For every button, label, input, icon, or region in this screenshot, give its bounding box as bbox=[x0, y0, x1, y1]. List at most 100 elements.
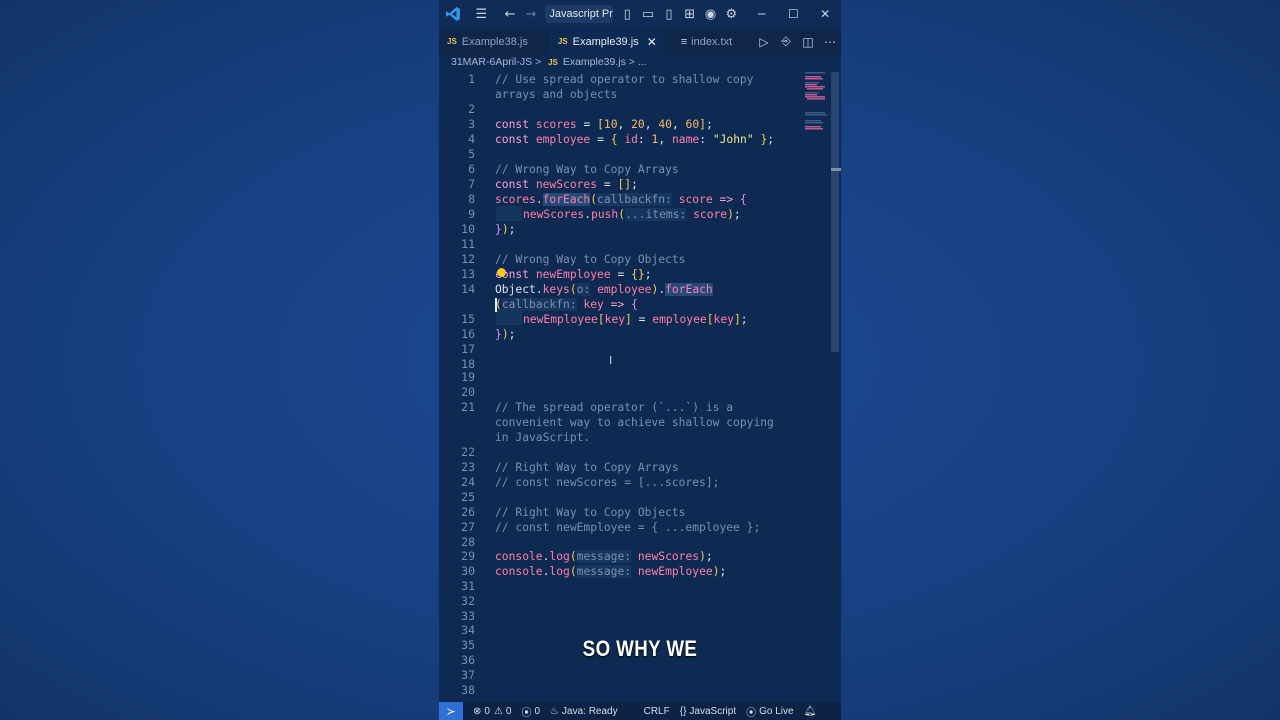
breadcrumb-file[interactable]: Example39.js bbox=[563, 56, 626, 68]
tab-label: Example39.js bbox=[572, 35, 639, 48]
line-number: 27 bbox=[461, 520, 475, 534]
code-line-14-wrap: (callbackfn: key => { bbox=[495, 298, 638, 311]
language-mode[interactable]: {} JavaScript bbox=[680, 706, 736, 717]
line-number: 1 bbox=[468, 72, 475, 86]
code-line-26: // Right Way to Copy Objects bbox=[495, 506, 686, 519]
forward-arrow-icon[interactable]: → bbox=[521, 0, 542, 28]
java-status[interactable]: ♨ Java: Ready bbox=[550, 706, 618, 717]
close-tab-icon[interactable]: ✕ bbox=[647, 35, 657, 49]
parameter-hint: message: bbox=[576, 550, 632, 563]
code-line-16: }); bbox=[495, 328, 516, 341]
js-file-icon: JS bbox=[447, 37, 457, 46]
editor-actions: ▷ ⎆ ◫ ⋯ bbox=[753, 28, 841, 55]
tab-example39[interactable]: JS Example39.js ✕ bbox=[549, 28, 665, 55]
line-number: 32 bbox=[461, 594, 475, 608]
code-line-14: Object.keys(o: employee).forEach bbox=[495, 283, 713, 296]
js-file-icon: JS bbox=[557, 37, 568, 46]
minimap[interactable] bbox=[805, 72, 829, 132]
vscode-logo-icon bbox=[445, 7, 460, 21]
open-changes-icon[interactable]: ⎆ bbox=[775, 34, 797, 49]
indent-guide bbox=[496, 206, 522, 221]
line-number: 23 bbox=[461, 460, 475, 474]
line-number: 20 bbox=[461, 385, 475, 399]
line-number: 2 bbox=[468, 102, 475, 116]
parameter-hint: ...items: bbox=[625, 208, 687, 221]
line-number: 9 bbox=[468, 207, 475, 221]
parameter-hint: o: bbox=[576, 283, 591, 296]
code-line-3: const scores = [10, 20, 40, 60]; bbox=[495, 118, 713, 131]
code-line-29: console.log(message: newScores); bbox=[495, 550, 713, 563]
run-icon[interactable]: ▷ bbox=[753, 35, 775, 49]
parameter-hint: callbackfn: bbox=[501, 298, 577, 311]
code-line-24: // const newScores = [...scores]; bbox=[495, 476, 720, 489]
settings-gear-icon[interactable]: ⚙ bbox=[721, 0, 742, 28]
go-live-button[interactable]: ⦿ Go Live bbox=[746, 704, 793, 719]
code-line-6: // Wrong Way to Copy Arrays bbox=[495, 163, 679, 176]
toggle-sidebar-icon[interactable]: ▯ bbox=[617, 0, 638, 28]
code-line-9: newScores.push(...items: score); bbox=[523, 208, 741, 221]
vertical-scrollbar[interactable] bbox=[831, 72, 839, 352]
account-icon[interactable]: ◉ bbox=[700, 0, 721, 28]
back-arrow-icon[interactable]: ← bbox=[500, 0, 521, 28]
split-editor-icon[interactable]: ◫ bbox=[797, 35, 819, 49]
breadcrumb-symbol[interactable]: ... bbox=[638, 56, 647, 68]
line-number: 8 bbox=[468, 192, 475, 206]
line-number: 33 bbox=[461, 609, 475, 623]
menu-icon[interactable]: ☰ bbox=[471, 0, 492, 28]
lightbulb-icon[interactable] bbox=[497, 268, 506, 277]
problems-indicator[interactable]: ⊗ 0 ⚠ 0 bbox=[473, 706, 511, 717]
toggle-panel-icon[interactable]: ▭ bbox=[638, 0, 659, 28]
customize-layout-icon[interactable]: ⊞ bbox=[679, 0, 700, 28]
maximize-button[interactable]: ☐ bbox=[778, 0, 810, 28]
line-number: 12 bbox=[461, 252, 475, 266]
line-number: 15 bbox=[461, 312, 475, 326]
tab-label: Example38.js bbox=[461, 35, 528, 48]
tab-label: index.txt bbox=[691, 35, 733, 48]
code-line-13: const newEmployee = {}; bbox=[495, 268, 652, 281]
line-number: 17 bbox=[461, 342, 475, 356]
vscode-window: ☰ ← → Javascript Prac ▯ ▭ ▯ ⊞ ◉ ⚙ ─ ☐ ✕ … bbox=[439, 0, 841, 720]
minimize-button[interactable]: ─ bbox=[746, 0, 778, 28]
error-icon: ⊗ bbox=[473, 705, 482, 717]
line-number: 37 bbox=[461, 668, 475, 682]
code-line-7: const newScores = []; bbox=[495, 178, 638, 191]
broadcast-icon: ⦿ bbox=[746, 707, 757, 719]
status-bar: ≻ ⊗ 0 ⚠ 0 ⦿ 0 ♨ Java: Ready CRLF {} JavaScrip… bbox=[439, 702, 841, 720]
line-number: 28 bbox=[461, 535, 475, 549]
remote-indicator-icon[interactable]: ≻ bbox=[439, 702, 463, 720]
line-number: 29 bbox=[461, 549, 475, 563]
breadcrumb-separator: > bbox=[535, 56, 542, 68]
line-number: 11 bbox=[461, 237, 475, 251]
broadcast-icon: ⦿ bbox=[521, 707, 532, 719]
line-number: 10 bbox=[461, 222, 475, 236]
text-file-icon: ≡ bbox=[680, 35, 688, 48]
eol-indicator[interactable]: CRLF bbox=[644, 706, 670, 717]
indent-guide bbox=[496, 310, 522, 325]
line-number: 6 bbox=[468, 162, 475, 176]
code-line-8: scores.forEach(callbackfn: score => { bbox=[495, 193, 747, 206]
line-number: 5 bbox=[468, 147, 475, 161]
ports-indicator[interactable]: ⦿ 0 bbox=[521, 704, 540, 719]
line-number: 26 bbox=[461, 505, 475, 519]
code-line-27: // const newEmployee = { ...employee }; bbox=[495, 521, 761, 534]
braces-icon: {} bbox=[679, 705, 687, 717]
code-line-12: // Wrong Way to Copy Objects bbox=[495, 253, 686, 266]
command-center-search[interactable]: Javascript Prac bbox=[545, 5, 613, 23]
breadcrumb-folder[interactable]: 31MAR-6April-JS bbox=[451, 56, 532, 68]
close-window-button[interactable]: ✕ bbox=[809, 0, 841, 28]
toggle-secondary-sidebar-icon[interactable]: ▯ bbox=[658, 0, 679, 28]
code-line-15: newEmployee[key] = employee[key]; bbox=[523, 313, 748, 326]
line-number: 3 bbox=[468, 117, 475, 131]
line-number: 25 bbox=[461, 490, 475, 504]
notifications-bell-icon[interactable]: 🔔︎ bbox=[804, 706, 817, 717]
code-line-4: const employee = { id: 1, name: "John" }… bbox=[495, 133, 775, 146]
line-number: 19 bbox=[461, 370, 475, 384]
java-icon: ♨ bbox=[550, 705, 560, 717]
tab-example38[interactable]: JS Example38.js bbox=[439, 28, 536, 55]
parameter-hint: message: bbox=[576, 565, 632, 578]
editor-tabs: JS Example38.js JS Example39.js ✕ ≡ inde… bbox=[439, 28, 841, 55]
code-line-21-wrap: in JavaScript. bbox=[495, 431, 591, 444]
more-actions-icon[interactable]: ⋯ bbox=[819, 35, 841, 49]
title-bar: ☰ ← → Javascript Prac ▯ ▭ ▯ ⊞ ◉ ⚙ ─ ☐ ✕ bbox=[439, 0, 841, 28]
tab-index-txt[interactable]: ≡ index.txt bbox=[673, 28, 740, 55]
